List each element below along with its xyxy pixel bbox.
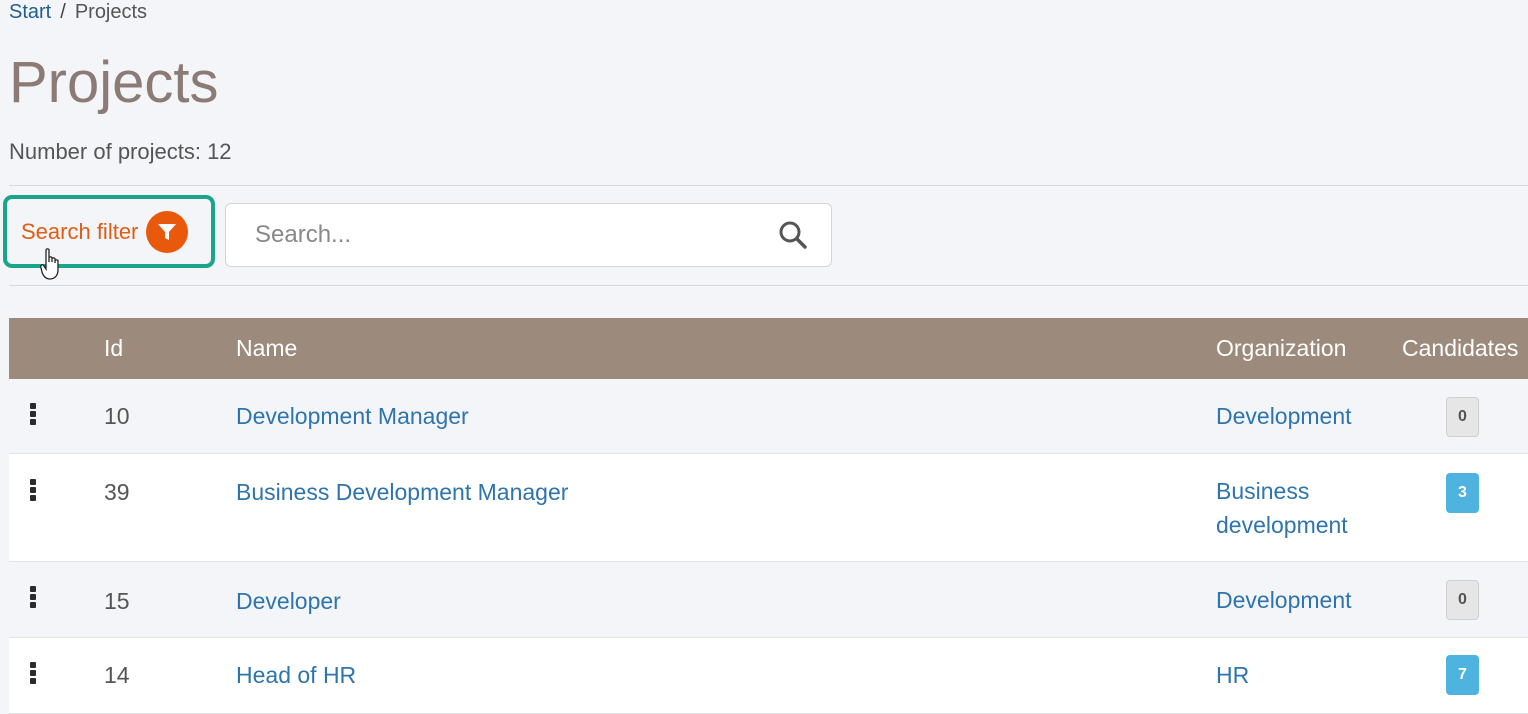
breadcrumb-start-link[interactable]: Start: [9, 1, 51, 23]
project-id: 39: [104, 479, 130, 505]
search-filter-button[interactable]: Search filter: [3, 195, 215, 268]
candidates-badge[interactable]: 7: [1446, 655, 1479, 695]
table-row: 39 Business Development Manager Business…: [9, 454, 1528, 562]
candidates-badge[interactable]: 0: [1446, 580, 1479, 620]
hand-cursor-icon: [40, 248, 59, 280]
filter-icon: [146, 210, 189, 253]
search-field[interactable]: [225, 203, 832, 267]
project-name-link[interactable]: Development Manager: [236, 403, 469, 430]
page-title: Projects: [9, 50, 219, 115]
divider: [9, 285, 1528, 286]
column-header-id[interactable]: Id: [104, 335, 123, 362]
project-count: Number of projects: 12: [9, 139, 232, 164]
projects-table: Id Name Organization Candidates 10 Devel…: [9, 318, 1528, 714]
organization-link[interactable]: Development: [1216, 583, 1396, 617]
organization-link[interactable]: Development: [1216, 399, 1396, 433]
project-id: 14: [104, 662, 130, 688]
breadcrumb-current: Projects: [74, 1, 148, 23]
candidates-badge[interactable]: 3: [1446, 473, 1479, 513]
candidates-badge[interactable]: 0: [1446, 397, 1479, 437]
breadcrumb: Start / Projects: [9, 1, 147, 24]
search-filter-label: Search filter: [21, 218, 139, 244]
project-id: 10: [104, 403, 130, 429]
project-name-link[interactable]: Developer: [236, 588, 341, 615]
project-id: 15: [104, 588, 130, 614]
project-name-link[interactable]: Head of HR: [236, 662, 356, 689]
row-menu-icon[interactable]: [26, 662, 40, 688]
row-menu-icon[interactable]: [26, 403, 40, 429]
organization-link[interactable]: Business development: [1216, 474, 1396, 542]
table-row: 10 Development Manager Development 0: [9, 379, 1528, 454]
table-row: 15 Developer Development 0: [9, 562, 1528, 638]
divider: [9, 185, 1528, 186]
organization-link[interactable]: HR: [1216, 658, 1396, 692]
row-menu-icon[interactable]: [26, 586, 40, 612]
search-input[interactable]: [253, 220, 757, 250]
row-menu-icon[interactable]: [26, 479, 40, 505]
table-header: Id Name Organization Candidates: [9, 318, 1528, 379]
breadcrumb-separator: /: [60, 1, 66, 23]
column-header-candidates[interactable]: Candidates: [1402, 335, 1518, 362]
search-icon[interactable]: [777, 219, 809, 251]
project-name-link[interactable]: Business Development Manager: [236, 479, 568, 506]
column-header-organization[interactable]: Organization: [1216, 335, 1346, 362]
column-header-name[interactable]: Name: [236, 335, 297, 362]
